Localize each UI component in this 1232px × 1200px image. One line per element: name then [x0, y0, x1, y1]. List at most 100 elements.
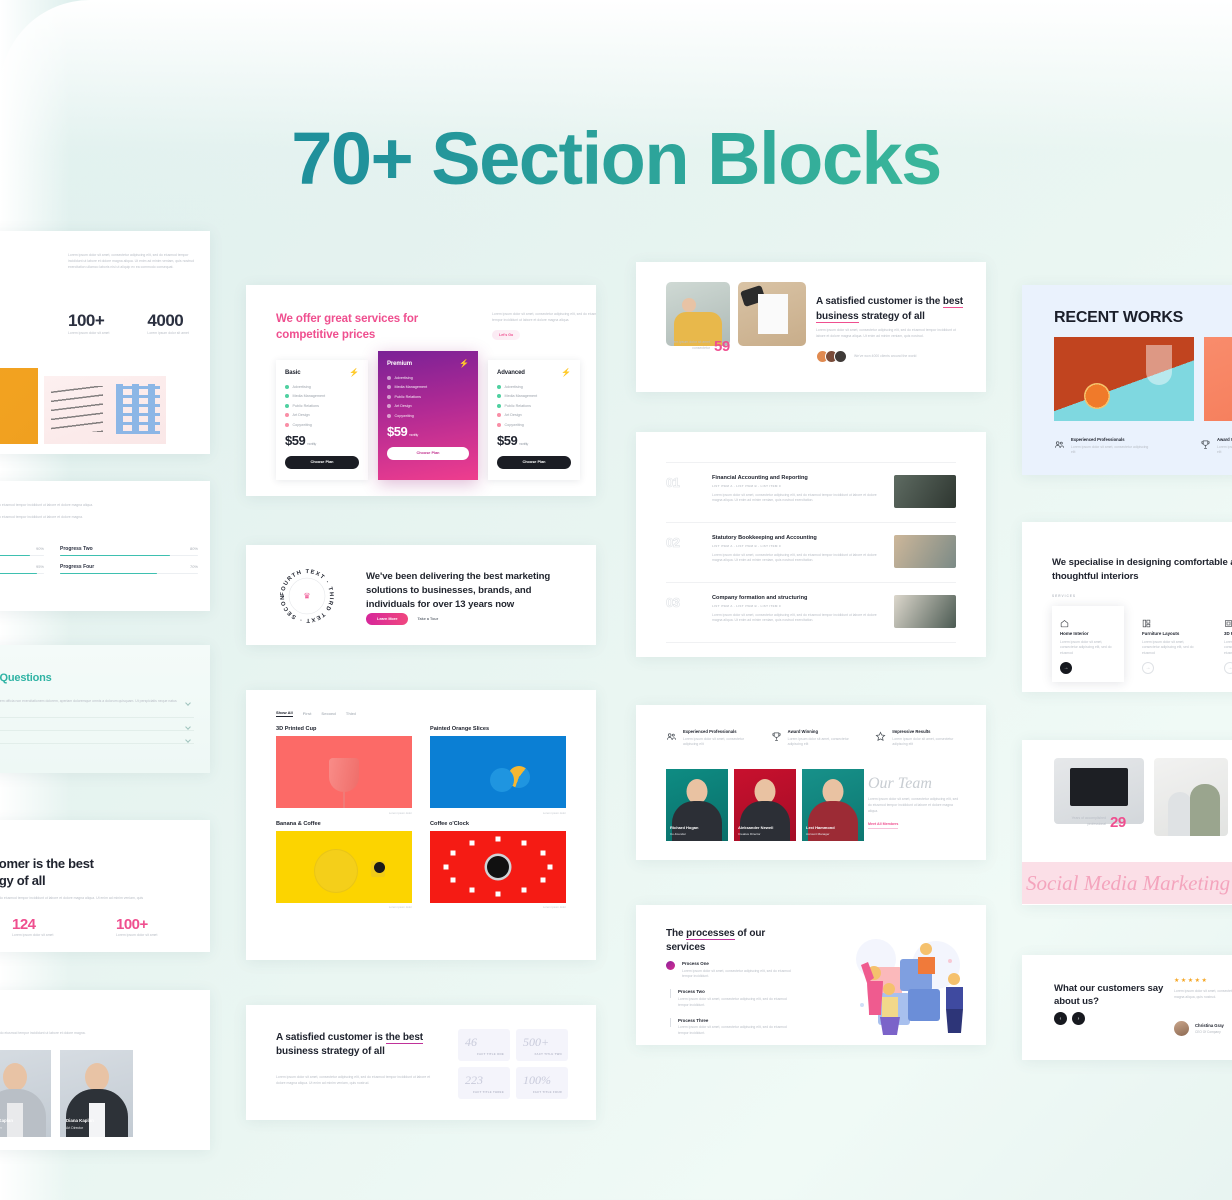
plan-feature: Copywriting [387, 413, 469, 418]
plan-cta-button[interactable]: Choose Plan [285, 455, 359, 469]
service-row[interactable]: 02 Statutory Bookkeeping and Accounting … [666, 523, 956, 583]
about-stat-number: 100+ [116, 916, 148, 933]
avatar [84, 1063, 109, 1091]
about-stat: 100+ Lorem ipsum dolor sit amet [116, 916, 182, 939]
trophy-icon [1200, 437, 1211, 449]
arrow-right-icon[interactable]: → [1060, 662, 1072, 674]
faq-item[interactable] [0, 731, 194, 744]
portfolio-tab-first[interactable]: First [303, 711, 312, 716]
team-member-card[interactable]: Richard Hogan Co-Founder [666, 769, 728, 841]
learn-more-button[interactable]: Learn More [366, 613, 409, 625]
plan-feature: Art Design [387, 404, 469, 409]
step-body: Lorem ipsum dolor sit amet, consectetur … [682, 968, 791, 979]
service-row[interactable]: 01 Financial Accounting and Reporting LI… [666, 462, 956, 523]
card-facts: A satisfied customer is the best busines… [246, 1005, 596, 1120]
interiors-label: SERVICES [1052, 594, 1077, 598]
smm-band-text: Social Media Marketing [1026, 870, 1231, 895]
portfolio-tab-second[interactable]: Second [321, 711, 335, 716]
our-team-features: Experienced Professionals Lorem ipsum dol… [666, 729, 958, 748]
portfolio-tab-third[interactable]: Third [346, 711, 356, 716]
pricing-plan-basic: Basic ⚡ Advertising Media Management Pub… [276, 360, 368, 480]
hero-stat-number: 4000 [147, 311, 184, 330]
service-thumbnail [894, 535, 956, 568]
portfolio-item[interactable]: Painted Orange Slices Lorem ipsum dolor [430, 726, 566, 815]
progress-track [60, 572, 198, 575]
meet-all-members-link[interactable]: Meet All Members [868, 822, 899, 829]
team-member-card[interactable]: Shane Kaplan Co-Founder [0, 1050, 51, 1137]
plan-feature: Art Design [285, 413, 359, 418]
feature-body: Lorem ipsum dolor sit amet, consectetur … [892, 736, 954, 747]
interior-service-card[interactable]: Furniture Layouts Lorem ipsum dolor sit … [1134, 606, 1206, 682]
card-years-experience: FOURTH TEXT · THIRD TEXT · SECOND TEXT ·… [246, 545, 596, 645]
portfolio-item[interactable]: 3D Printed Cup Lorem ipsum dolor [276, 726, 412, 815]
bolt-icon: ⚡ [349, 368, 359, 377]
faq-item[interactable]: Lorem ipsum dolor sit amet, consectetur … [0, 694, 194, 718]
process-step[interactable]: Process One Lorem ipsum dolor sit amet, c… [666, 961, 796, 980]
team-member-role: Account Manager [806, 832, 830, 836]
pricing-pill-button[interactable]: Let's Go [492, 330, 521, 340]
progress-track [0, 554, 44, 557]
smm-marquee-band: Social Media Marketing [1022, 862, 1232, 904]
plan-cta-button[interactable]: Choose Plan [387, 446, 469, 460]
portfolio-item-title: Banana & Coffee [276, 820, 321, 827]
work-image-peach[interactable] [1204, 337, 1232, 421]
card-interiors: We specialise in designing comfortable a… [1022, 522, 1232, 692]
interior-service-body: Lorem ipsum dolor sit amet, consectetur … [1060, 639, 1112, 656]
card-services-list: 01 Financial Accounting and Reporting LI… [636, 432, 986, 657]
process-step[interactable]: Process Three Lorem ipsum dolor sit amet,… [666, 1017, 796, 1037]
progress-percent: 70% [189, 564, 198, 570]
interior-service-card[interactable]: 3D Renders Lorem ipsum dolor sit amet, c… [1216, 606, 1232, 682]
satisfied-images [666, 282, 806, 346]
next-button[interactable]: › [1072, 1012, 1085, 1025]
portfolio-image-coffee-oclock [430, 830, 566, 903]
teamwork-puzzle-illustration [826, 931, 976, 1037]
take-a-tour-button[interactable]: Take a Tour [417, 617, 438, 621]
portfolio-grid: 3D Printed Cup Lorem ipsum dolor Painted… [276, 726, 566, 909]
plan-cta-button[interactable]: Choose Plan [497, 455, 571, 469]
team-member-name: Diana Kaplan [66, 1118, 94, 1123]
hero-image-headphones [0, 368, 38, 444]
portfolio-tab-show-all[interactable]: Show All [276, 710, 293, 717]
feature-body: Lorem ipsum dolor sit amet, consectetur … [1071, 444, 1149, 455]
service-body: Lorem ipsum dolor sit amet, consectetur … [712, 612, 877, 623]
fact-tile: 100% FACT TITLE FOUR [516, 1067, 568, 1099]
process-step[interactable]: Process Two Lorem ipsum dolor sit amet, c… [666, 989, 796, 1008]
portfolio-item[interactable]: Banana & Coffee Lorem ipsum dolor [276, 820, 412, 909]
interior-service-card[interactable]: Home Interior Lorem ipsum dolor sit amet… [1052, 606, 1124, 682]
plan-feature: Copywriting [497, 422, 571, 427]
prev-button[interactable]: ‹ [1054, 1012, 1067, 1025]
work-image-cocktail[interactable] [1054, 337, 1194, 421]
our-team-members: Richard Hogan Co-Founder Aleksander Newe… [666, 769, 864, 841]
service-number: 02 [666, 535, 681, 551]
feature-body: Lorem ipsum dolor sit amet, consectetur … [787, 736, 849, 747]
fact-number: 500+ [523, 1035, 550, 1049]
people-icon [666, 729, 677, 740]
card-portfolio: Show All First Second Third 3D Printed C… [246, 690, 596, 960]
testimonial-author: Christina Gray CEO Of Company [1174, 1021, 1224, 1036]
progress-body-1: Lorem ipsum dolor sit amet, consectetur … [0, 503, 94, 507]
portfolio-item-title: Coffee o'Clock [430, 820, 469, 827]
team-member-role: Co-Founder [0, 1126, 3, 1130]
plan-price: $59 monthly [387, 423, 418, 439]
team-member-role: Co-Founder [670, 832, 687, 836]
recent-works-features: Experienced Professionals Lorem ipsum dol… [1054, 437, 1232, 456]
fact-title: FACT TITLE ONE [477, 1052, 504, 1056]
service-number: 03 [666, 595, 681, 611]
service-title: Financial Accounting and Reporting [712, 475, 808, 481]
faq-answer: Lorem ipsum dolor sit amet, consectetur … [0, 699, 177, 703]
plan-feature: Media Management [497, 394, 571, 399]
team-member-card[interactable]: Lexi Hammond Account Manager [802, 769, 864, 841]
portfolio-image-painted-orange-slices [430, 736, 566, 808]
portfolio-item-title: 3D Printed Cup [276, 726, 317, 732]
card-pricing: We offer great services for competitive … [246, 285, 596, 496]
about-stat: 124 Lorem ipsum dolor sit amet [12, 916, 78, 939]
circular-text-badge: FOURTH TEXT · THIRD TEXT · SECOND TEXT ·… [273, 561, 338, 627]
faq-item[interactable] [0, 718, 194, 731]
arrow-right-icon[interactable]: → [1142, 662, 1154, 674]
service-row[interactable]: 03 Company formation and structuring LIS… [666, 583, 956, 643]
team-member-card[interactable]: Diana Kaplan Art Director [60, 1050, 133, 1137]
team-member-card[interactable]: Aleksander Newell Creative Director [734, 769, 796, 841]
pricing-plan-advanced: Advanced ⚡ Advertising Media Management … [488, 360, 580, 480]
arrow-right-icon[interactable]: → [1224, 662, 1232, 674]
portfolio-item[interactable]: Coffee o'Clock Lorem ipsum dolor [430, 820, 566, 909]
